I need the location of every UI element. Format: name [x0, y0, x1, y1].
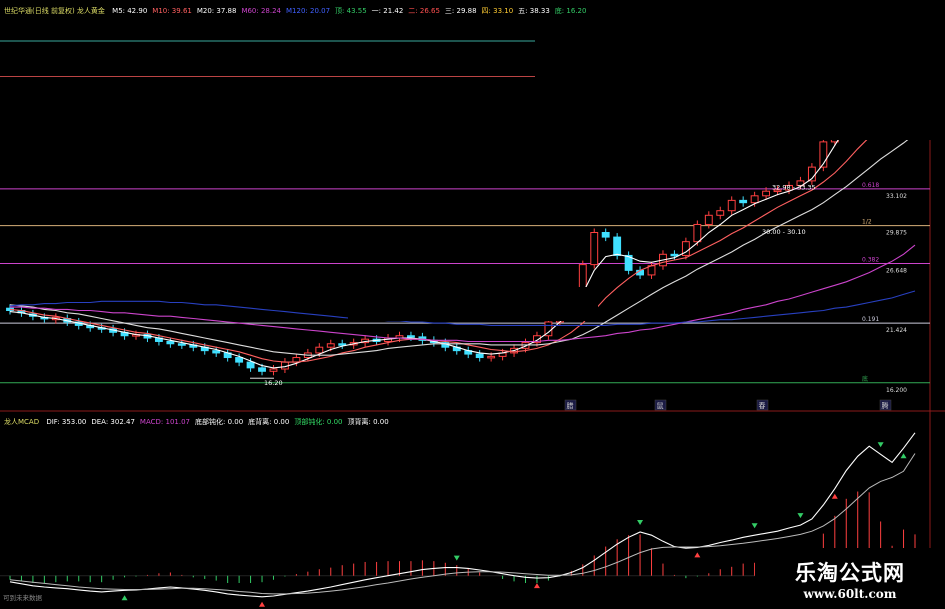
candle-body	[326, 343, 335, 348]
signal-marker-6	[751, 523, 758, 529]
level-label-2: 0.618	[862, 182, 879, 189]
signal-marker-1	[259, 601, 266, 607]
candle-body	[739, 199, 748, 204]
low-price-label: 16.20	[264, 379, 283, 387]
ma-legend-item-3: M60: 28.24	[241, 7, 282, 15]
candle-body	[487, 355, 496, 359]
ma-legend-item-9: 四: 33.10	[481, 7, 514, 15]
zone-label-b: 30.00 - 30.10	[762, 228, 806, 236]
candle-body	[177, 343, 186, 346]
redaction-block-top	[535, 0, 945, 140]
candle-body	[693, 223, 702, 243]
ma-legend: M5: 42.90 M10: 39.61 M20: 37.88 M60: 28.24 M…	[112, 7, 591, 15]
macd-panel-header: 龙人MCAD DIF: 353.00 DEA: 302.47 MACD: 101.0…	[4, 418, 399, 427]
level-value-6: 16.200	[886, 387, 907, 394]
candle-body	[269, 368, 278, 372]
macd-legend-item-6: 顶背离: 0.00	[347, 418, 389, 426]
date-marker-1: 鼠	[657, 401, 664, 410]
ma-legend-item-7: 二: 26.65	[408, 7, 440, 15]
level-value-3: 29.875	[886, 230, 907, 237]
level-value-4: 26.648	[886, 267, 907, 274]
macd-panel-title: 龙人MCAD	[4, 418, 40, 426]
candle-body	[212, 350, 221, 354]
candle-body	[235, 357, 244, 363]
candle-body	[315, 346, 324, 354]
signal-marker-7	[797, 513, 804, 519]
candle-body	[750, 195, 759, 204]
logo-url: www.60lt.com	[803, 586, 897, 601]
level-value-2: 33.102	[886, 193, 907, 200]
ma-legend-item-0: M5: 42.90	[112, 7, 148, 15]
date-marker-3: 腾	[882, 401, 889, 410]
site-logo: 乐淘公式网 www.60lt.com	[755, 548, 945, 609]
signal-marker-8	[831, 493, 838, 499]
macd-legend-item-5: 顶部钝化: 0.00	[294, 418, 343, 426]
ma-legend-item-6: 一: 21.42	[371, 7, 404, 15]
candle-body	[704, 214, 713, 225]
macd-legend-item-3: 底部钝化: 0.00	[194, 418, 244, 426]
macd-legend-item-0: DIF: 353.00	[46, 418, 87, 426]
signal-marker-10	[900, 453, 907, 459]
macd-legend-item-4: 底背离: 0.00	[248, 418, 290, 426]
price-panel-header: 世纪华通(日线 前复权) 龙人黄金 M5: 42.90 M10: 39.61 M20…	[4, 7, 596, 16]
candle-body	[716, 210, 725, 216]
candle-body	[338, 343, 347, 346]
date-marker-2: 春	[759, 401, 766, 410]
signal-marker-9	[877, 442, 884, 448]
macd-legend-item-2: MACD: 101.07	[139, 418, 190, 426]
candle-body	[166, 340, 175, 345]
level-label-5: 0.191	[862, 316, 879, 323]
candle-body	[670, 253, 679, 257]
ma-legend-item-1: M10: 39.61	[152, 7, 192, 15]
bottom-left-note: 可到未来数据	[3, 593, 43, 602]
ma-legend-item-5: 顶: 43.55	[335, 7, 367, 15]
signal-marker-0	[121, 595, 128, 601]
level-label-3: 1/2	[862, 219, 872, 226]
signal-marker-5	[694, 552, 701, 558]
macd-legend-item-1: DEA: 302.47	[91, 418, 135, 426]
ma-legend-item-10: 五: 38.33	[518, 7, 550, 15]
candle-body	[246, 361, 255, 369]
stock-chart[interactable]: 0.618 33.102 1/2 29.875 0.382 26.648 0.191 21.4…	[0, 0, 945, 609]
signal-marker-3	[533, 583, 540, 589]
candle-body	[762, 190, 771, 197]
zone-label-a: 32.98 - 33.35	[772, 184, 816, 192]
candle-body	[601, 232, 610, 238]
candle-body	[613, 236, 622, 256]
logo-name: 乐淘公式网	[795, 560, 905, 585]
level-value-5: 21.424	[886, 327, 907, 334]
signal-marker-2	[453, 555, 460, 561]
candle-body	[258, 367, 266, 372]
redaction-block-mid	[348, 287, 598, 321]
date-marker-0: 腊	[567, 402, 574, 410]
signal-marker-4	[637, 520, 644, 525]
price-panel-title: 世纪华通(日线 前复权) 龙人黄金	[4, 7, 105, 15]
level-label-6: 底	[862, 375, 868, 383]
candle-body	[727, 199, 736, 212]
level-label-4: 0.382	[862, 256, 879, 263]
ma-legend-item-4: M120: 20.07	[286, 7, 331, 15]
ma-legend-item-8: 三: 29.88	[444, 7, 477, 15]
candle-body	[475, 353, 484, 359]
candle-body	[590, 232, 599, 266]
ma-legend-item-2: M20: 37.88	[196, 7, 237, 15]
candle-body	[407, 335, 415, 338]
ma-legend-item-11: 底: 16.20	[554, 7, 587, 15]
macd-legend: DIF: 353.00 DEA: 302.47 MACD: 101.07 底部钝化: …	[46, 418, 393, 426]
